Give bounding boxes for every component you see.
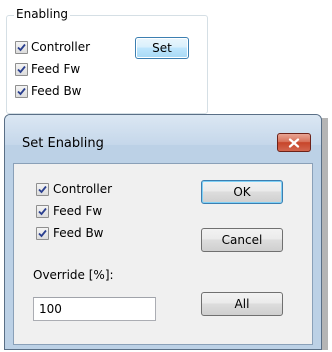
controller-label: Controller — [31, 40, 91, 54]
dialog-feed-fw-label: Feed Fw — [53, 204, 103, 218]
ok-button[interactable]: OK — [201, 180, 283, 204]
check-mark-icon — [17, 65, 26, 74]
feed-fw-checkbox[interactable] — [15, 63, 28, 76]
enabling-group-title: Enabling — [14, 6, 71, 22]
check-mark-icon — [17, 43, 26, 52]
all-button[interactable]: All — [201, 292, 283, 316]
close-icon — [288, 137, 300, 148]
check-mark-icon — [38, 185, 47, 194]
dialog-title: Set Enabling — [22, 136, 104, 151]
check-mark-icon — [38, 207, 47, 216]
feed-bw-checkbox[interactable] — [15, 85, 28, 98]
dialog-feed-bw-label: Feed Bw — [53, 226, 104, 240]
check-mark-icon — [17, 87, 26, 96]
override-label: Override [%]: — [33, 268, 114, 282]
check-mark-icon — [38, 229, 47, 238]
dialog-feed-fw-checkbox[interactable] — [36, 205, 49, 218]
dialog-feed-bw-checkbox[interactable] — [36, 227, 49, 240]
feed-fw-label: Feed Fw — [31, 62, 81, 76]
feed-bw-label: Feed Bw — [31, 84, 82, 98]
override-input[interactable]: 100 — [33, 297, 156, 321]
set-button[interactable]: Set — [135, 37, 189, 59]
controller-checkbox[interactable] — [15, 41, 28, 54]
dialog-controller-checkbox[interactable] — [36, 183, 49, 196]
cancel-button[interactable]: Cancel — [201, 228, 283, 252]
dialog-controller-label: Controller — [53, 182, 113, 196]
close-button[interactable] — [277, 133, 311, 152]
